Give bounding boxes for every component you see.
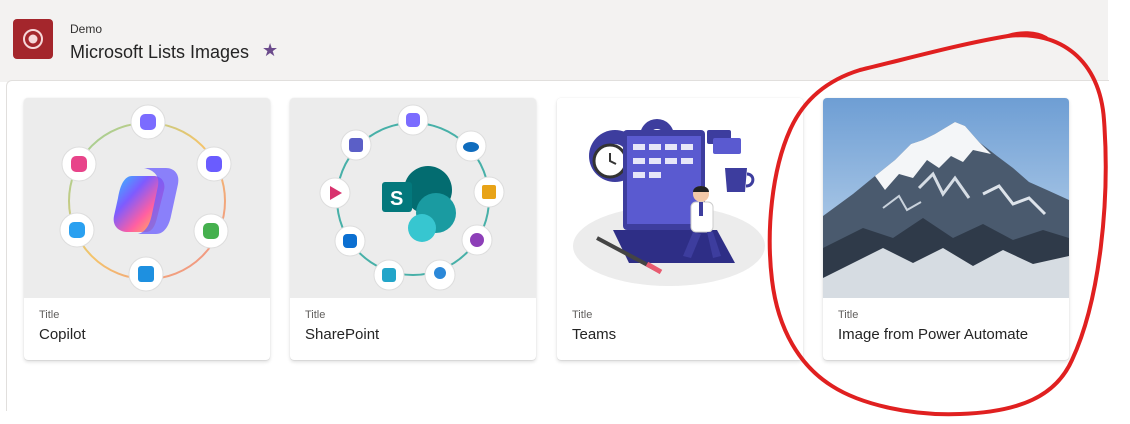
card-title: Image from Power Automate (838, 326, 1029, 343)
snowy-mountain-photo (823, 98, 1069, 298)
field-label: Title (572, 309, 593, 321)
sharepoint-logo-ring-image: S (290, 98, 536, 298)
gallery-card-power-automate-image[interactable]: Title Image from Power Automate (823, 98, 1069, 360)
gallery-card-teams[interactable]: Title Teams (557, 98, 803, 360)
gallery-card-sharepoint[interactable]: S Title SharePoint (290, 98, 536, 360)
card-title: Copilot (39, 326, 86, 343)
lists-icon[interactable] (13, 19, 53, 59)
list-header: Demo Microsoft Lists Images ★ (0, 0, 1108, 82)
site-name[interactable]: Demo (70, 22, 102, 36)
star-icon[interactable]: ★ (262, 40, 278, 61)
card-title: SharePoint (305, 326, 380, 343)
laptop-person-illustration (557, 98, 803, 298)
page-title: Microsoft Lists Images (70, 42, 250, 62)
field-label: Title (305, 309, 326, 321)
copilot-logo-ring-image (24, 98, 270, 298)
field-label: Title (838, 309, 859, 321)
gallery-card-copilot[interactable]: Title Copilot (24, 98, 270, 360)
svg-text:S: S (390, 188, 403, 210)
field-label: Title (39, 309, 60, 321)
card-title: Teams (572, 326, 617, 343)
